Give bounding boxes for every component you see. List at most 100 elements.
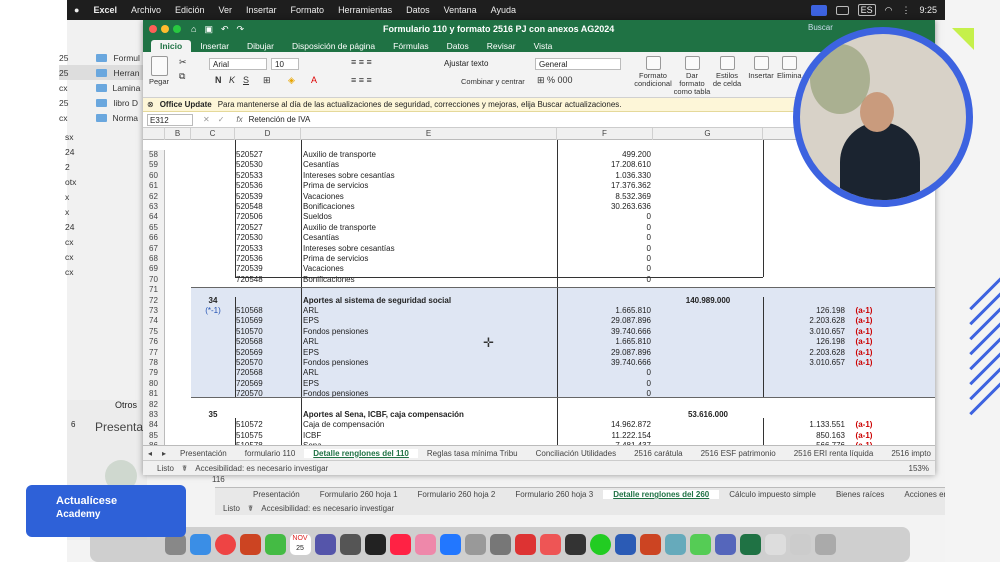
cell-flag[interactable]: (a-1)	[849, 306, 879, 316]
cell-account[interactable]: 510568	[235, 306, 301, 316]
menu-archivo[interactable]: Archivo	[131, 5, 161, 15]
cell-total[interactable]: 140.989.000	[653, 296, 763, 306]
sheet-tab[interactable]: Conciliación Utilidades	[527, 449, 625, 458]
col-header-d[interactable]: D	[235, 128, 301, 140]
cell-description[interactable]: Cesantías	[301, 233, 557, 243]
cell-value[interactable]: 0	[557, 379, 653, 389]
fx-icon[interactable]: fx	[236, 115, 242, 124]
menu-ver[interactable]: Ver	[219, 5, 233, 15]
cell-description[interactable]: ICBF	[301, 431, 557, 441]
finder-item[interactable]: cx Lamina	[59, 80, 146, 95]
cell-value[interactable]: 0	[557, 264, 653, 274]
enter-icon[interactable]: ✓	[218, 115, 225, 124]
cell-value[interactable]: 29.087.896	[557, 316, 653, 326]
word-dock-icon[interactable]	[614, 534, 636, 555]
underline-button[interactable]: S	[243, 76, 249, 85]
cell-value[interactable]: 8.532.369	[557, 192, 653, 202]
finder-item[interactable]: 25 libro D	[59, 95, 146, 110]
cell-total[interactable]: 53.616.000	[653, 410, 763, 420]
window-icon[interactable]	[835, 5, 849, 15]
utility-dock-icon[interactable]	[464, 534, 486, 555]
row-number[interactable]: 63	[143, 202, 165, 213]
cell-account[interactable]: 520570	[235, 358, 301, 368]
align-top-icon[interactable]: ≡ ≡ ≡	[351, 58, 372, 67]
cell-description[interactable]: Prima de servicios	[301, 254, 557, 264]
row-number[interactable]: 59	[143, 160, 165, 171]
cell-value[interactable]: 1.036.330	[557, 171, 653, 181]
appstore-dock-icon[interactable]	[439, 534, 461, 555]
safari-dock-icon[interactable]	[189, 534, 211, 555]
cell-description[interactable]: Cesantías	[301, 160, 557, 170]
stocks-dock-icon[interactable]	[364, 534, 386, 555]
row-number[interactable]: 78	[143, 358, 165, 369]
borders-icon[interactable]: ⊞	[263, 76, 271, 85]
cell-flag[interactable]: (a-1)	[849, 420, 879, 430]
spreadsheet-grid[interactable]: 58 520527 Auxilio de transporte 499.200 59 52…	[143, 140, 935, 445]
acrobat-dock-icon[interactable]	[239, 534, 261, 555]
keynote-dock-icon[interactable]	[314, 534, 336, 555]
cell-account[interactable]: 520569	[235, 348, 301, 358]
finder-item[interactable]: cx Norma	[59, 110, 146, 125]
cell-value[interactable]: 0	[557, 223, 653, 233]
cell-adjustment[interactable]: 1.133.551	[763, 420, 847, 430]
cell-description[interactable]: ARL	[301, 337, 557, 347]
sheet-nav-icon[interactable]: ▸	[157, 449, 171, 458]
chrome-dock-icon[interactable]	[214, 534, 236, 555]
cell-description[interactable]: ARL	[301, 306, 557, 316]
row-number[interactable]: 85	[143, 430, 165, 442]
acrobat-dock-icon[interactable]	[639, 534, 661, 555]
row-number[interactable]: 69	[143, 264, 165, 275]
cell-styles-button[interactable]: Estilos de celda	[711, 56, 743, 88]
cell-description[interactable]: Vacaciones	[301, 264, 557, 274]
cell-description[interactable]: Auxilio de transporte	[301, 150, 557, 160]
col-header-f[interactable]: F	[557, 128, 653, 140]
cell-flag[interactable]: (a-1)	[849, 358, 879, 368]
cell-description[interactable]: Caja de compensación	[301, 420, 557, 430]
fill-color-icon[interactable]: ◈	[288, 76, 295, 85]
align-left-icon[interactable]: ≡ ≡ ≡	[351, 76, 372, 85]
cell-value[interactable]: 39.740.666	[557, 358, 653, 368]
row-number[interactable]: 60	[143, 170, 165, 182]
calendar-dock-icon[interactable]: NOV 25	[289, 534, 311, 555]
finder-dock-icon[interactable]	[164, 534, 186, 555]
row-number[interactable]: 67	[143, 243, 165, 254]
cell-adjustment[interactable]: 126.198	[763, 337, 847, 347]
menu-ayuda[interactable]: Ayuda	[491, 5, 516, 15]
cell-value[interactable]: 39.740.666	[557, 327, 653, 337]
cell-flag[interactable]: (a-1)	[849, 327, 879, 337]
cell-account[interactable]: 720569	[235, 379, 301, 389]
cell-description[interactable]: Prima de servicios	[301, 181, 557, 191]
cell-value[interactable]: 0	[557, 368, 653, 378]
cell-value[interactable]: 0	[557, 233, 653, 243]
row-number[interactable]: 75	[143, 326, 165, 338]
sheet-tab[interactable]: 2516 ESF patrimonio	[692, 449, 785, 458]
tab-inicio[interactable]: Inicio	[151, 40, 192, 52]
font-color-icon[interactable]: A	[311, 76, 317, 85]
trash-dock-icon[interactable]	[814, 534, 836, 555]
sheet-tab[interactable]: Reglas tasa mínima Tribu	[418, 449, 527, 458]
formula-input[interactable]: Retención de IVA	[249, 115, 311, 124]
cell-flag[interactable]: (a-1)	[849, 337, 879, 347]
cell-description[interactable]: Auxilio de transporte	[301, 223, 557, 233]
row-number[interactable]: 66	[143, 233, 165, 244]
cell-account[interactable]: 520539	[235, 192, 301, 202]
calculator-dock-icon[interactable]	[339, 534, 361, 555]
cell-account[interactable]: 510572	[235, 420, 301, 430]
cell-account[interactable]: 510575	[235, 431, 301, 441]
cell-flag[interactable]: (a-1)	[849, 348, 879, 358]
cell-value[interactable]: 1.665.810	[557, 306, 653, 316]
cell-c[interactable]: 34	[191, 296, 235, 306]
row-number[interactable]: 65	[143, 222, 165, 234]
folder-dock-icon[interactable]	[789, 534, 811, 555]
finder-item[interactable]: 25 Formul	[59, 50, 146, 65]
input-source-badge[interactable]: ES	[857, 4, 876, 16]
screen-share-icon[interactable]	[810, 4, 827, 16]
sheet-tab[interactable]: Bienes raíces	[826, 490, 894, 499]
menu-datos[interactable]: Datos	[406, 5, 430, 15]
col-header-b[interactable]: B	[165, 128, 191, 140]
cell-description[interactable]: Intereses sobre cesantías	[301, 244, 557, 254]
cell-description[interactable]: EPS	[301, 316, 557, 326]
cell-account[interactable]: 520536	[235, 181, 301, 191]
teams-dock-icon[interactable]	[714, 534, 736, 555]
row-number[interactable]: 83	[143, 410, 165, 421]
